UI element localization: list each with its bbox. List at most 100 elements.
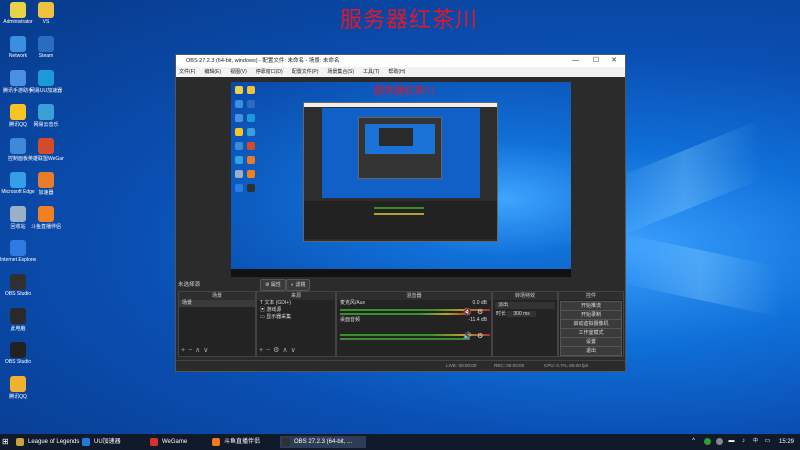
desktop-icon-label: Internet Explorer bbox=[0, 257, 36, 263]
desktop-icon-label: OBS Studio bbox=[4, 291, 32, 297]
menu-item[interactable]: 文件(F) bbox=[179, 69, 195, 75]
desktop-icon-label: 此电脑 bbox=[10, 326, 26, 332]
taskbar-app[interactable]: League of Legends bbox=[14, 436, 90, 448]
mic-volume-slider[interactable] bbox=[340, 313, 470, 315]
taskbar-app-label: WeGame bbox=[162, 439, 188, 445]
desktop-icon-label: 网易云音乐 bbox=[33, 122, 59, 128]
controls-header: 控件 bbox=[559, 292, 623, 300]
app-icon bbox=[38, 36, 54, 52]
nested-obs-preview-inner bbox=[358, 117, 442, 179]
notification-icon[interactable]: ▭ bbox=[764, 438, 771, 445]
tray-app-icon[interactable] bbox=[704, 438, 711, 445]
app-icon bbox=[38, 70, 54, 86]
menu-item[interactable]: 帮助(H) bbox=[388, 69, 405, 75]
obs-statusbar: LIVE: 00:00:00 REC: 00:00:00 CPU: 0.7%, … bbox=[176, 360, 625, 371]
obs-preview[interactable]: 服务器红茶川 bbox=[231, 82, 571, 277]
menu-item[interactable]: 工具(T) bbox=[363, 69, 379, 75]
app-icon bbox=[150, 438, 158, 446]
sources-header: 来源 bbox=[257, 292, 335, 300]
desktop-icon[interactable]: 网易UU加速器 bbox=[28, 70, 64, 94]
taskbar-app[interactable]: 斗鱼直播伴侣 bbox=[210, 436, 290, 448]
tray-app-icon[interactable] bbox=[716, 438, 723, 445]
close-icon[interactable]: ✕ bbox=[611, 55, 617, 67]
preview-icon bbox=[247, 184, 255, 192]
preview-icon bbox=[235, 184, 243, 192]
transition-select[interactable]: 淡出 bbox=[495, 302, 555, 309]
app-icon bbox=[10, 36, 26, 52]
properties-button[interactable]: ⚙ 属性 bbox=[260, 279, 286, 291]
desktop-icon[interactable]: 英雄联盟WeGame bbox=[28, 138, 64, 162]
menu-item[interactable]: 场景集合(S) bbox=[327, 69, 354, 75]
nested-obs-preview bbox=[303, 102, 498, 242]
menu-item[interactable]: 停靠窗口(D) bbox=[256, 69, 283, 75]
mute-icon[interactable]: 🔇 bbox=[463, 308, 472, 316]
menu-item[interactable]: 编辑(E) bbox=[204, 69, 221, 75]
taskbar-app[interactable]: UU加速器 bbox=[80, 436, 158, 448]
preview-icon bbox=[235, 86, 243, 94]
scenes-toolbar[interactable]: +−∧∨ bbox=[181, 346, 211, 354]
desktop-icon-label: 腾讯QQ bbox=[9, 394, 27, 400]
network-icon[interactable]: ▬ bbox=[728, 438, 735, 445]
desktop-icon[interactable]: VS bbox=[28, 2, 64, 25]
app-icon bbox=[10, 206, 26, 222]
no-source-label: 未选择源 bbox=[178, 282, 201, 288]
app-icon bbox=[10, 138, 26, 154]
app-icon bbox=[38, 104, 54, 120]
desktop-icon[interactable]: Steam bbox=[28, 36, 64, 59]
app-icon bbox=[282, 438, 290, 446]
desktop-icon-label: Steam bbox=[38, 53, 54, 59]
volume-icon[interactable]: ♪ bbox=[740, 438, 747, 445]
preview-icon bbox=[247, 114, 255, 122]
maximize-icon[interactable]: ☐ bbox=[593, 55, 599, 67]
speaker-icon[interactable]: 🔊 bbox=[463, 332, 472, 340]
desktop-icon[interactable]: 腾讯QQ bbox=[0, 376, 36, 400]
start-icon[interactable]: ⊞ bbox=[2, 436, 12, 448]
desktop-icon[interactable]: 斗鱼直播伴侣 bbox=[28, 206, 64, 230]
preview-icon bbox=[235, 100, 243, 108]
live-status: LIVE: 00:00:00 bbox=[446, 363, 477, 368]
mixer-header: 混音器 bbox=[337, 292, 491, 300]
desktop-icon-label: 英雄联盟WeGame bbox=[28, 156, 64, 162]
source-item[interactable]: ▣ 游戏源 bbox=[257, 307, 335, 314]
filters-button[interactable]: ◐ 滤镜 bbox=[286, 279, 311, 291]
desktop-icon[interactable]: OBS Studio bbox=[0, 274, 36, 297]
taskbar-app[interactable]: OBS 27.2.3 (64-bit, ... bbox=[280, 436, 366, 448]
desktop-icon-label: 网易UU加速器 bbox=[29, 88, 63, 94]
preview-overlay-title: 服务器红茶川 bbox=[374, 86, 434, 97]
preview-icon bbox=[247, 128, 255, 136]
desktop-icon[interactable]: Internet Explorer bbox=[0, 240, 36, 263]
tray-chevron-icon[interactable]: ^ bbox=[690, 438, 697, 445]
source-item[interactable]: T 文本 (GDI+) bbox=[257, 300, 335, 307]
minimize-icon[interactable]: — bbox=[572, 55, 579, 67]
source-item[interactable]: ▭ 显示器采集 bbox=[257, 314, 335, 321]
desktop-icon-label: 斗鱼直播伴侣 bbox=[30, 224, 61, 230]
app-icon bbox=[10, 342, 26, 358]
sources-toolbar[interactable]: +−⚙∧∨ bbox=[259, 346, 299, 354]
preview-icon bbox=[247, 156, 255, 164]
app-icon bbox=[16, 438, 24, 446]
cpu-status: CPU: 0.7%, 60.00 fps bbox=[544, 363, 589, 368]
menu-item[interactable]: 配置文件(P) bbox=[292, 69, 319, 75]
app-icon bbox=[10, 308, 26, 324]
menu-item[interactable]: 视图(V) bbox=[230, 69, 247, 75]
preview-icon bbox=[247, 142, 255, 150]
ime-icon[interactable]: 中 bbox=[752, 438, 759, 445]
desktop-icon[interactable]: 网易云音乐 bbox=[28, 104, 64, 128]
app-icon bbox=[38, 138, 54, 154]
scenes-dock: 场景 场景 +−∧∨ bbox=[178, 291, 256, 357]
desktop-icon[interactable]: 加速器 bbox=[28, 172, 64, 196]
desktop-volume-slider[interactable] bbox=[340, 338, 470, 340]
mixer-channel-desktop: 桌面音频 -11.4 dB bbox=[340, 317, 487, 323]
desktop-icon[interactable]: OBS Studio bbox=[0, 342, 36, 365]
duration-input[interactable]: 300 ms bbox=[507, 311, 536, 317]
gear-icon[interactable]: ⚙ bbox=[477, 332, 483, 340]
desktop-icon[interactable]: 此电脑 bbox=[0, 308, 36, 332]
obs-window: OBS 27.2.3 (64-bit, windows) - 配置文件: 未命名… bbox=[175, 54, 626, 372]
preview-icon bbox=[235, 114, 243, 122]
scenes-header: 场景 bbox=[179, 292, 255, 300]
gear-icon[interactable]: ⚙ bbox=[477, 308, 483, 316]
preview-icon bbox=[235, 170, 243, 178]
control-button[interactable]: 退出 bbox=[560, 346, 622, 356]
app-icon bbox=[10, 172, 26, 188]
scene-item[interactable]: 场景 bbox=[179, 300, 255, 307]
